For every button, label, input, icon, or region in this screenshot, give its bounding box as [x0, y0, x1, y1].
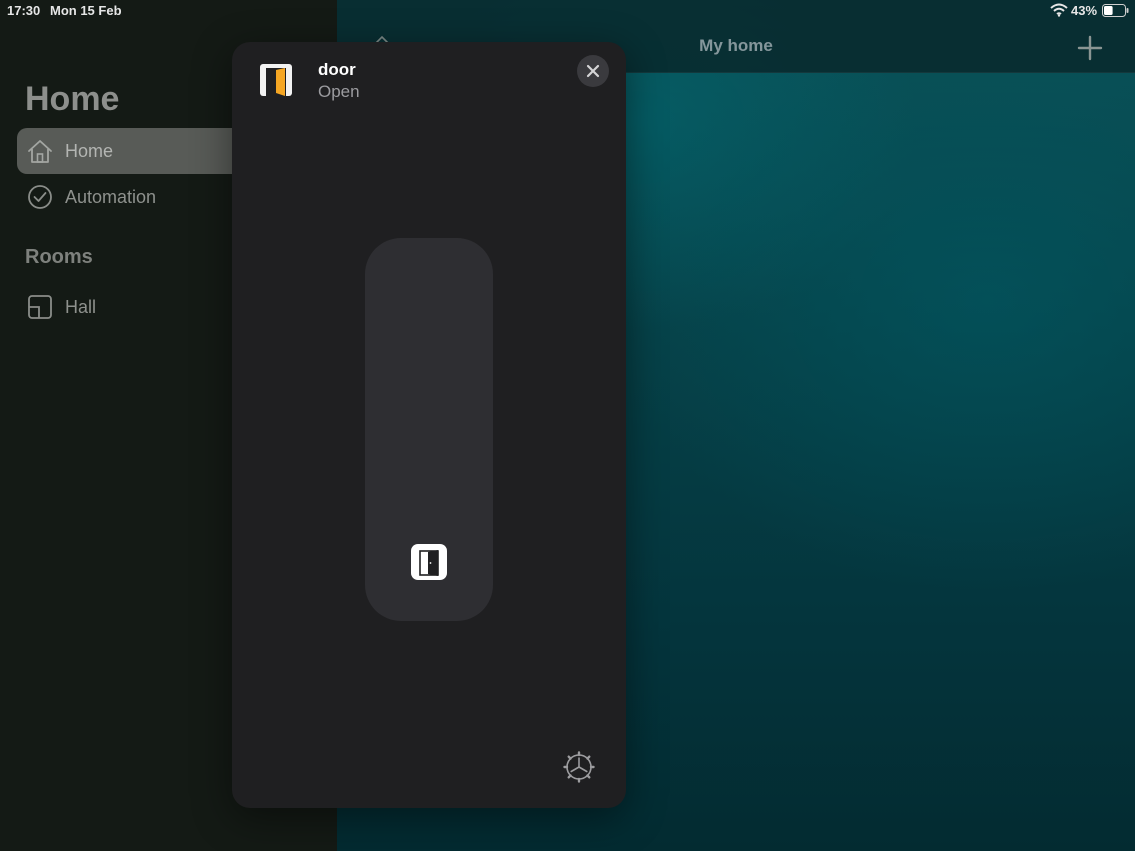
door-open-icon [260, 64, 292, 96]
close-icon [586, 64, 600, 78]
battery-percentage: 43% [1071, 3, 1098, 18]
clock-icon [28, 185, 52, 209]
door-control-toggle[interactable] [365, 238, 493, 621]
ipad-screen: My home Home Home Automation Rooms Hall … [0, 0, 1135, 851]
accessory-state: Open [318, 82, 360, 101]
sidebar-item-label: Automation [65, 187, 157, 207]
plus-icon [1077, 35, 1103, 61]
room-icon [28, 295, 52, 319]
status-date: Mon 15 Feb [50, 3, 122, 18]
close-button[interactable] [577, 55, 609, 87]
door-icon [411, 544, 447, 580]
accessory-name: door [318, 60, 356, 79]
sidebar-item-label: Home [65, 141, 114, 161]
battery-icon [1102, 4, 1129, 17]
add-accessory-button[interactable] [1074, 32, 1106, 64]
sidebar-title: Home [25, 80, 120, 118]
status-bar: 17:30 Mon 15 Feb 43% [0, 0, 1135, 22]
house-icon [28, 140, 52, 163]
accessory-detail-card: door Open [232, 42, 626, 808]
settings-button[interactable] [562, 750, 596, 784]
rooms-heading: Rooms [25, 246, 93, 268]
sidebar-item-label: Hall [65, 297, 97, 317]
gear-icon [563, 751, 595, 783]
status-time: 17:30 [7, 3, 41, 18]
wifi-icon [1050, 3, 1068, 17]
